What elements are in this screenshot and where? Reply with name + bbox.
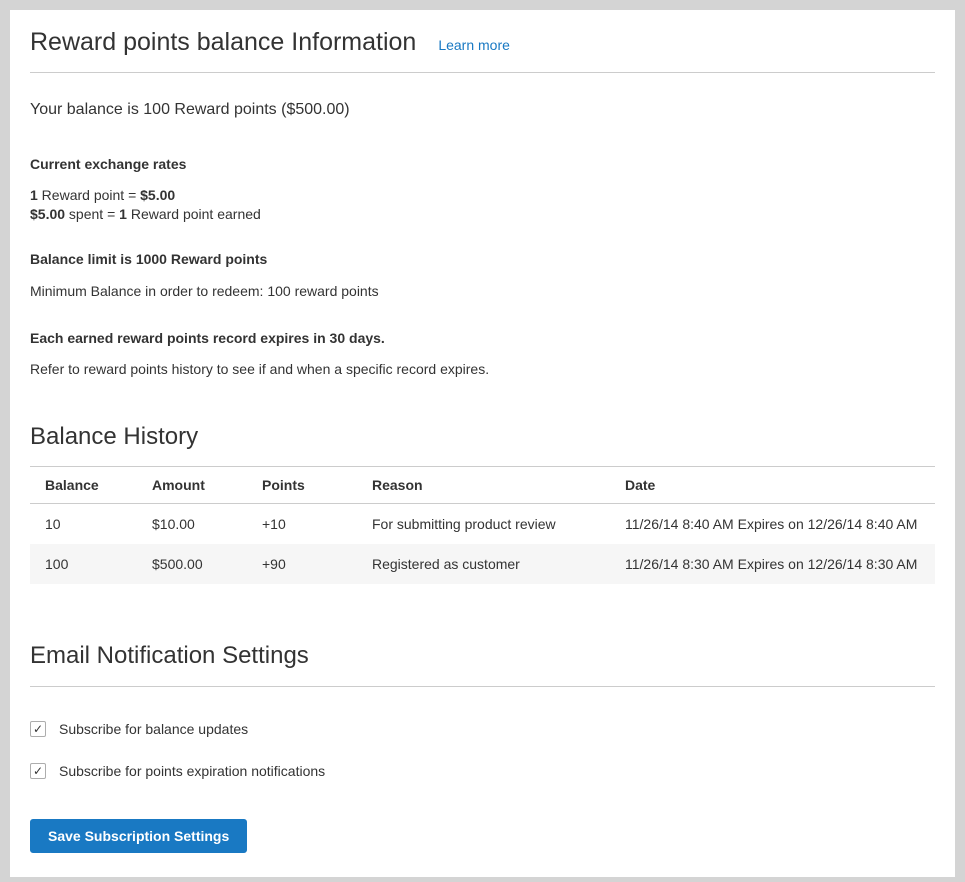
cell-balance: 10	[30, 504, 137, 545]
email-settings-heading: Email Notification Settings	[30, 640, 935, 672]
table-row: 100 $500.00 +90 Registered as customer 1…	[30, 544, 935, 584]
cell-reason: Registered as customer	[357, 544, 610, 584]
cell-date: 11/26/14 8:30 AM Expires on 12/26/14 8:3…	[610, 544, 935, 584]
column-header-date: Date	[610, 467, 935, 504]
cell-balance: 100	[30, 544, 137, 584]
cell-date: 11/26/14 8:40 AM Expires on 12/26/14 8:4…	[610, 504, 935, 545]
email-settings-divider	[30, 686, 935, 687]
header-divider	[30, 72, 935, 73]
reward-info-card: Reward points balance Information Learn …	[10, 10, 955, 877]
balance-history-table: Balance Amount Points Reason Date 10 $10…	[30, 466, 935, 584]
cell-amount: $500.00	[137, 544, 247, 584]
balance-updates-checkbox[interactable]: ✓	[30, 721, 46, 737]
exchange-rate-lines: 1 Reward point = $5.00 $5.00 spent = 1 R…	[30, 186, 935, 224]
balance-limit-heading: Balance limit is 1000 Reward points	[30, 250, 935, 268]
balance-updates-label: Subscribe for balance updates	[59, 721, 248, 737]
page-background: { "header": { "title": "Reward points ba…	[0, 0, 965, 882]
balance-history-heading: Balance History	[30, 421, 935, 453]
points-expiration-checkbox[interactable]: ✓	[30, 763, 46, 779]
card-header: Reward points balance Information Learn …	[30, 26, 935, 58]
cell-points: +90	[247, 544, 357, 584]
balance-updates-option[interactable]: ✓ Subscribe for balance updates	[30, 721, 935, 737]
cell-amount: $10.00	[137, 504, 247, 545]
rate-line2: $5.00 spent = 1 Reward point earned	[30, 206, 261, 222]
check-icon: ✓	[33, 723, 43, 735]
save-subscription-settings-button[interactable]: Save Subscription Settings	[30, 819, 247, 853]
points-expiration-option[interactable]: ✓ Subscribe for points expiration notifi…	[30, 763, 935, 779]
page-title: Reward points balance Information	[30, 26, 416, 58]
points-expiration-label: Subscribe for points expiration notifica…	[59, 763, 325, 779]
column-header-reason: Reason	[357, 467, 610, 504]
column-header-balance: Balance	[30, 467, 137, 504]
check-icon: ✓	[33, 765, 43, 777]
table-header-row: Balance Amount Points Reason Date	[30, 467, 935, 504]
column-header-amount: Amount	[137, 467, 247, 504]
minimum-balance-text: Minimum Balance in order to redeem: 100 …	[30, 281, 935, 301]
column-header-points: Points	[247, 467, 357, 504]
expiry-note: Refer to reward points history to see if…	[30, 359, 935, 379]
rate-line1: 1 Reward point = $5.00	[30, 187, 175, 203]
exchange-rates-heading: Current exchange rates	[30, 155, 935, 173]
learn-more-link[interactable]: Learn more	[438, 37, 510, 53]
table-row: 10 $10.00 +10 For submitting product rev…	[30, 504, 935, 545]
expiry-heading: Each earned reward points record expires…	[30, 329, 935, 347]
cell-reason: For submitting product review	[357, 504, 610, 545]
balance-summary: Your balance is 100 Reward points ($500.…	[30, 99, 935, 121]
cell-points: +10	[247, 504, 357, 545]
